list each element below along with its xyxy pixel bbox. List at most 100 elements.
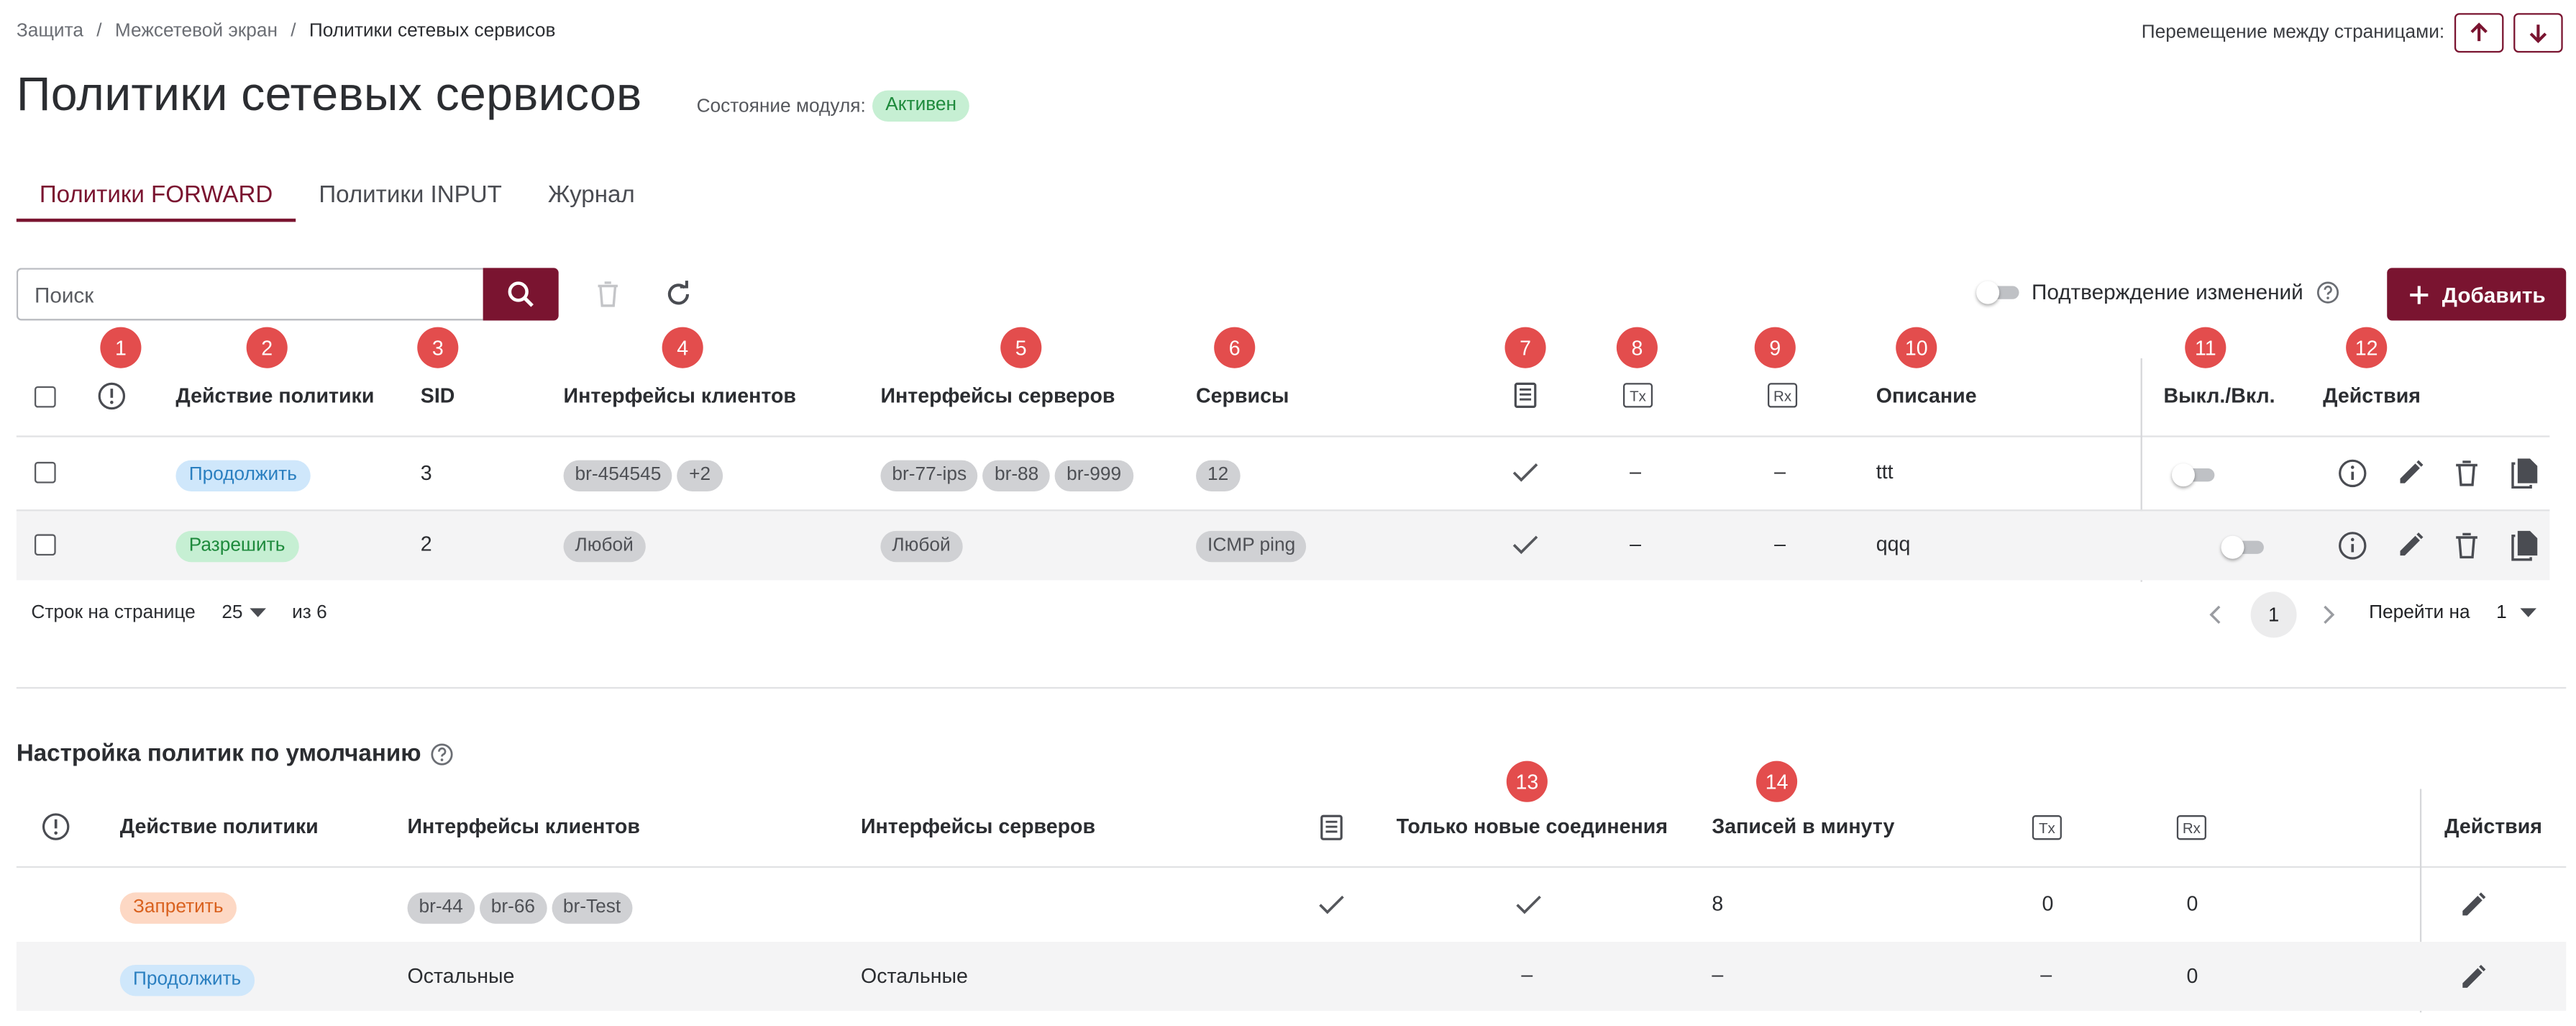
table-row[interactable]	[17, 868, 2566, 940]
marker-6: 6	[1214, 327, 1256, 368]
client-interfaces-cell: br-454545 +2	[563, 458, 727, 492]
page-button-current[interactable]: 1	[2250, 591, 2297, 638]
action-badge: Запретить	[119, 892, 237, 924]
info-icon[interactable]	[2338, 531, 2367, 560]
client-interfaces-cell: br-44 br-66 br-Test	[407, 891, 638, 924]
arrow-up-icon	[2470, 22, 2488, 42]
search-icon	[508, 281, 534, 307]
marker-8: 8	[1616, 327, 1658, 368]
confirm-changes: Подтверждение изменений	[1976, 279, 2339, 304]
breadcrumb-separator: /	[291, 21, 296, 42]
marker-5: 5	[1000, 327, 1042, 368]
sid-cell: 3	[420, 461, 432, 485]
column-header-client-interfaces[interactable]: Интерфейсы клиентов	[564, 385, 796, 408]
marker-4: 4	[662, 327, 703, 368]
action-badge: Продолжить	[175, 460, 311, 492]
action-badge: Продолжить	[119, 964, 255, 997]
description-cell: qqq	[1876, 532, 1911, 556]
marker-14: 14	[1756, 761, 1798, 802]
rx-cell: 0	[2186, 964, 2198, 988]
interface-chip: Любой	[563, 530, 645, 563]
copy-icon[interactable]	[2511, 530, 2540, 563]
section-divider	[16, 686, 2567, 689]
marker-9: 9	[1754, 327, 1796, 368]
tab-input-policies[interactable]: Политики INPUT	[296, 171, 525, 221]
tab-forward-policies[interactable]: Политики FORWARD	[16, 171, 296, 222]
client-interfaces-cell: Остальные	[407, 964, 515, 988]
search-button[interactable]	[483, 268, 559, 321]
column-header-services[interactable]: Сервисы	[1196, 385, 1289, 408]
page-title: Политики сетевых сервисов	[16, 68, 642, 122]
log-icon	[1514, 382, 1537, 408]
more-chip[interactable]: +2	[677, 460, 723, 492]
edit-icon[interactable]	[2397, 458, 2425, 486]
alert-icon	[98, 382, 126, 410]
trash-icon[interactable]	[2454, 458, 2479, 488]
refresh-button[interactable]	[664, 279, 693, 309]
help-icon[interactable]	[431, 743, 454, 766]
sid-cell: 2	[420, 532, 432, 556]
confirm-changes-toggle[interactable]	[1976, 280, 2019, 304]
search-input[interactable]	[16, 268, 483, 321]
column-header-server-interfaces[interactable]: Интерфейсы серверов	[880, 385, 1115, 408]
row-checkbox[interactable]	[34, 461, 56, 484]
enable-toggle[interactable]	[2171, 463, 2215, 487]
edit-icon[interactable]	[2459, 891, 2488, 919]
goto-page-label: Перейти на	[2369, 603, 2470, 623]
interface-chip: Любой	[880, 530, 962, 563]
column-header-sid[interactable]: SID	[421, 385, 455, 408]
column-header-description[interactable]: Описание	[1876, 385, 1977, 408]
rows-per-page: Строк на странице 25 из 6	[31, 603, 326, 622]
service-chip: 12	[1196, 460, 1241, 492]
per-minute-cell: 8	[1712, 892, 1724, 916]
check-icon	[1319, 895, 1344, 914]
info-icon[interactable]	[2338, 458, 2367, 488]
breadcrumb: Защита / Межсетевой экран / Политики сет…	[17, 22, 556, 41]
server-interfaces-cell: br-77-ips br-88 br-999	[880, 458, 1138, 492]
server-interfaces-cell: Остальные	[861, 964, 968, 988]
column-header-action[interactable]: Действие политики	[175, 385, 374, 408]
marker-7: 7	[1504, 327, 1546, 368]
navigate-up-button[interactable]	[2454, 13, 2504, 53]
edit-icon[interactable]	[2459, 963, 2488, 991]
confirm-changes-label: Подтверждение изменений	[2032, 279, 2303, 304]
column-header-per-minute: Записей в минуту	[1712, 815, 1895, 839]
column-header-new-only: Только новые соединения	[1396, 815, 1668, 839]
help-icon[interactable]	[2316, 280, 2339, 303]
rx-icon: Rx	[2176, 815, 2206, 840]
interface-chip: br-999	[1055, 460, 1133, 492]
select-all-checkbox[interactable]	[34, 386, 56, 408]
refresh-icon	[667, 281, 690, 305]
breadcrumb-item-protection[interactable]: Защита	[17, 22, 83, 41]
enable-toggle[interactable]	[2221, 535, 2265, 559]
table-row[interactable]	[17, 437, 2550, 510]
caret-down-icon	[2520, 608, 2536, 617]
trash-icon	[598, 281, 618, 307]
goto-page-value: 1	[2496, 603, 2507, 623]
breadcrumb-item-firewall[interactable]: Межсетевой экран	[115, 22, 278, 41]
tx-cell: –	[1630, 460, 1642, 484]
status-badge: Активен	[872, 90, 970, 122]
goto-page-select[interactable]: 1	[2496, 603, 2536, 623]
module-state: Состояние модуля: Активен	[697, 90, 970, 122]
interface-chip: br-Test	[551, 892, 633, 924]
default-policies-title-text: Настройка политик по умолчанию	[16, 741, 421, 768]
plus-icon	[2409, 285, 2428, 304]
caret-down-icon	[249, 608, 266, 617]
edit-icon[interactable]	[2397, 531, 2425, 559]
add-button[interactable]: Добавить	[2387, 268, 2567, 321]
tab-journal[interactable]: Журнал	[525, 171, 658, 221]
action-badge: Разрешить	[175, 530, 298, 563]
chevron-left-icon[interactable]	[2208, 605, 2224, 625]
table-row[interactable]	[16, 941, 2567, 1011]
delete-selected-button[interactable]	[595, 279, 621, 309]
copy-icon[interactable]	[2511, 457, 2540, 490]
rows-per-page-select[interactable]: 25	[221, 603, 266, 623]
rx-cell: 0	[2186, 892, 2198, 916]
navigate-down-button[interactable]	[2513, 13, 2563, 53]
trash-icon[interactable]	[2454, 531, 2479, 560]
tx-cell: –	[2040, 963, 2052, 986]
row-checkbox[interactable]	[34, 534, 56, 556]
chevron-right-icon[interactable]	[2320, 605, 2337, 625]
marker-10: 10	[1896, 327, 1937, 368]
